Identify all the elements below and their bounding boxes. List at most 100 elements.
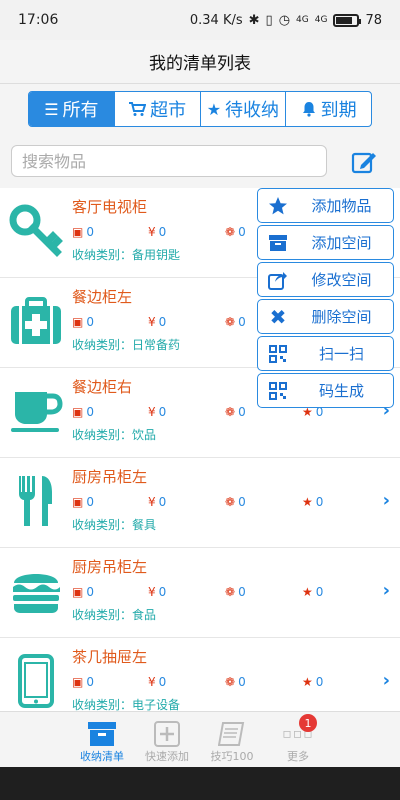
item-category: 收纳类别：食品 bbox=[72, 608, 157, 622]
qr-icon bbox=[258, 344, 298, 363]
chevron-right-icon[interactable]: › bbox=[383, 580, 390, 601]
close-icon: ✖ bbox=[269, 304, 287, 329]
item-category: 收纳类别：电子设备 bbox=[72, 698, 181, 711]
menu-add-space[interactable]: 添加空间 bbox=[257, 225, 394, 260]
edit-icon[interactable] bbox=[351, 149, 379, 175]
image-icon: ▣ bbox=[72, 225, 84, 239]
image-icon: ▣ bbox=[72, 315, 84, 329]
notification-badge: 1 bbox=[299, 714, 317, 732]
tab-label: 到期 bbox=[320, 100, 357, 121]
item-count-value: 0 bbox=[238, 585, 246, 599]
stack-icon: ❁ bbox=[225, 495, 236, 509]
nav-more[interactable]: ▫▫▫ 更多 1 bbox=[263, 712, 333, 768]
star-icon: ★ bbox=[302, 675, 313, 689]
money-value: ¥0 bbox=[148, 585, 166, 599]
item-count-value: 0 bbox=[238, 675, 246, 689]
money-value-text: 0 bbox=[158, 585, 167, 599]
image-icon: ▣ bbox=[72, 675, 84, 689]
box-icon bbox=[87, 720, 117, 748]
signal-icon-2: 4G bbox=[314, 15, 328, 25]
currency-symbol: ¥ bbox=[148, 675, 156, 689]
filter-tabs: ☰ 所有 超市 ★ 待收纳 到期 bbox=[28, 91, 372, 127]
money-value: ¥0 bbox=[148, 675, 166, 689]
cart-icon bbox=[129, 102, 147, 116]
money-value-text: 0 bbox=[158, 225, 167, 239]
signal-icon: 4G bbox=[296, 15, 309, 25]
tab-label: 超市 bbox=[150, 100, 187, 121]
menu-label: 码生成 bbox=[318, 382, 364, 400]
star-icon: ★ bbox=[302, 495, 313, 509]
battery-level: 78 bbox=[365, 12, 382, 28]
item-name: 厨房吊柜左 bbox=[72, 558, 148, 576]
item-category: 收纳类别：餐具 bbox=[72, 518, 157, 532]
menu-scan[interactable]: 扫一扫 bbox=[257, 336, 394, 371]
list-item[interactable]: 茶几抽屉左 ▣ 0 ¥0 ❁ 0 ★ 0 收纳类别：电子设备 › bbox=[0, 638, 400, 711]
item-count-value: 0 bbox=[238, 225, 246, 239]
burger-icon bbox=[8, 563, 64, 619]
bluetooth-icon: ✱ bbox=[248, 12, 260, 28]
chevron-right-icon[interactable]: › bbox=[383, 670, 390, 691]
image-count: ▣ 0 bbox=[72, 495, 94, 509]
money-value: ¥0 bbox=[148, 405, 166, 419]
image-count: ▣ 0 bbox=[72, 225, 94, 239]
item-name: 茶几抽屉左 bbox=[72, 648, 148, 666]
tab-supermarket[interactable]: 超市 bbox=[115, 92, 201, 126]
status-time: 17:06 bbox=[18, 12, 59, 28]
star-count-value: 0 bbox=[315, 585, 324, 599]
nav-tips[interactable]: 技巧100 bbox=[197, 712, 267, 768]
tab-all[interactable]: ☰ 所有 bbox=[29, 92, 115, 126]
nav-label: 收纳清单 bbox=[80, 750, 124, 763]
item-count: ❁ 0 bbox=[225, 405, 246, 419]
nav-label: 快速添加 bbox=[145, 750, 189, 763]
page-title-bar: 我的清单列表 bbox=[0, 40, 400, 84]
item-count: ❁ 0 bbox=[225, 315, 246, 329]
menu-generate-code[interactable]: 码生成 bbox=[257, 373, 394, 408]
list-item[interactable]: 厨房吊柜左 ▣ 0 ¥0 ❁ 0 ★ 0 收纳类别：食品 › bbox=[0, 548, 400, 638]
stack-icon: ❁ bbox=[225, 585, 236, 599]
item-count: ❁ 0 bbox=[225, 675, 246, 689]
vibrate-icon: ▯ bbox=[265, 12, 273, 28]
tab-label: 所有 bbox=[62, 100, 99, 121]
bell-icon bbox=[302, 102, 315, 117]
item-count: ❁ 0 bbox=[225, 585, 246, 599]
star-icon: ★ bbox=[302, 585, 313, 599]
money-value-text: 0 bbox=[158, 495, 167, 509]
menu-edit-space[interactable]: 修改空间 bbox=[257, 262, 394, 297]
search-row bbox=[0, 136, 400, 186]
currency-symbol: ¥ bbox=[148, 585, 156, 599]
item-count: ❁ 0 bbox=[225, 225, 246, 239]
menu-delete-space[interactable]: ✖ 删除空间 bbox=[257, 299, 394, 334]
battery-icon bbox=[333, 13, 362, 27]
phone-icon bbox=[8, 653, 64, 709]
nav-storage-list[interactable]: 收纳清单 bbox=[67, 712, 137, 768]
bottom-nav: 收纳清单 快速添加 技巧100 ▫▫▫ 更多 1 bbox=[0, 711, 400, 767]
item-count-value: 0 bbox=[238, 315, 246, 329]
qr-icon bbox=[258, 381, 298, 400]
item-name: 餐边柜左 bbox=[72, 288, 133, 306]
image-count-value: 0 bbox=[86, 585, 94, 599]
tab-pending[interactable]: ★ 待收纳 bbox=[201, 92, 287, 126]
image-count-value: 0 bbox=[86, 225, 94, 239]
item-name: 厨房吊柜左 bbox=[72, 468, 148, 486]
list-item[interactable]: 厨房吊柜左 ▣ 0 ¥0 ❁ 0 ★ 0 收纳类别：餐具 › bbox=[0, 458, 400, 548]
share-icon bbox=[258, 270, 298, 290]
money-value-text: 0 bbox=[158, 315, 167, 329]
plus-icon bbox=[154, 720, 180, 748]
menu-label: 删除空间 bbox=[311, 308, 372, 326]
search-input[interactable] bbox=[11, 145, 327, 177]
cup-icon bbox=[8, 383, 64, 439]
chevron-right-icon[interactable]: › bbox=[383, 490, 390, 511]
cutlery-icon bbox=[8, 473, 64, 529]
tab-expiring[interactable]: 到期 bbox=[286, 92, 371, 126]
image-count-value: 0 bbox=[86, 315, 94, 329]
money-value-text: 0 bbox=[158, 405, 167, 419]
nav-quick-add[interactable]: 快速添加 bbox=[132, 712, 202, 768]
item-name: 餐边柜右 bbox=[72, 378, 133, 396]
star-count: ★0 bbox=[302, 675, 323, 689]
menu-add-item[interactable]: 添加物品 bbox=[257, 188, 394, 223]
key-icon bbox=[8, 203, 64, 259]
page-title: 我的清单列表 bbox=[149, 54, 251, 74]
image-count: ▣ 0 bbox=[72, 585, 94, 599]
image-icon: ▣ bbox=[72, 495, 84, 509]
menu-label: 添加物品 bbox=[311, 197, 372, 215]
